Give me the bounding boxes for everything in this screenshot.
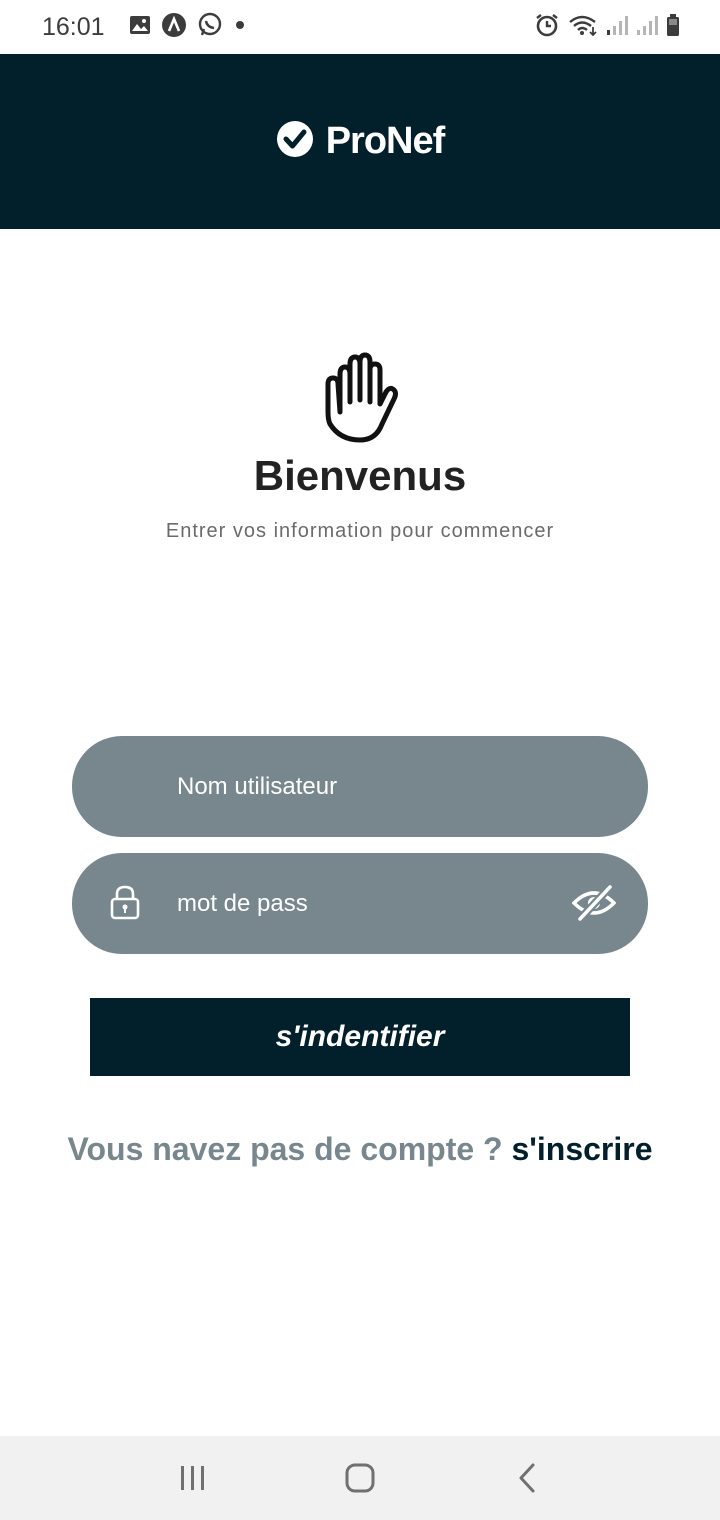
status-right <box>534 12 680 43</box>
status-left: 16:01 <box>42 12 247 43</box>
eye-off-icon[interactable] <box>571 883 617 923</box>
register-link[interactable]: s'inscrire <box>511 1131 652 1167</box>
welcome-title: Bienvenus <box>253 452 467 499</box>
login-button[interactable]: s'indentifier <box>90 998 630 1076</box>
welcome-subtitle: Entrer vos information pour commencer <box>165 520 555 542</box>
system-nav-bar <box>0 1436 720 1520</box>
check-circle-icon <box>276 120 314 163</box>
recent-apps-icon[interactable] <box>163 1448 223 1508</box>
whatsapp-icon <box>197 12 223 43</box>
signal-icon <box>606 14 628 41</box>
register-line: Vous navez pas de compte ? s'inscrire <box>0 1131 720 1168</box>
password-placeholder: mot de pass <box>177 889 308 917</box>
alarm-icon <box>534 12 560 43</box>
register-question: Vous navez pas de compte ? <box>67 1131 503 1167</box>
battery-icon <box>666 13 680 42</box>
signal-icon <box>636 14 658 41</box>
brand-logo: ProNef <box>276 120 445 163</box>
wifi-icon <box>568 13 598 42</box>
login-screen: 16:01 ProNef Bienvenus Entrer vos inform… <box>0 0 720 1520</box>
app-a-icon <box>161 12 187 43</box>
app-header: ProNef <box>0 54 720 229</box>
password-field[interactable]: mot de pass <box>72 853 648 954</box>
back-icon[interactable] <box>497 1448 557 1508</box>
username-field[interactable]: Nom utilisateur <box>72 736 648 837</box>
brand-name: ProNef <box>325 120 446 162</box>
lock-icon <box>110 884 140 920</box>
hand-icon <box>320 352 400 447</box>
status-bar: 16:01 <box>0 0 720 54</box>
status-time: 16:01 <box>42 12 105 41</box>
username-placeholder: Nom utilisateur <box>177 772 338 800</box>
dot-icon <box>233 18 247 37</box>
home-icon[interactable] <box>330 1448 390 1508</box>
gallery-icon <box>129 15 151 40</box>
